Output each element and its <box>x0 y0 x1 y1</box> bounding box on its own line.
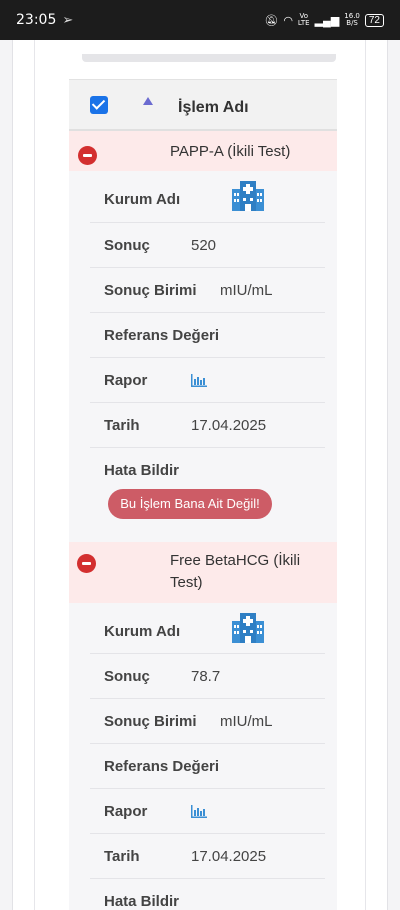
islem-adi-cell: PAPP-A (İkili Test) <box>170 143 291 160</box>
detail-row-kurum: Kurum Adı <box>90 603 325 654</box>
network-type: Vo LTE <box>297 12 310 27</box>
detail-row-rapor: Rapor <box>90 358 325 403</box>
detail-row-tarih: Tarih 17.04.2025 <box>90 403 325 448</box>
status-time: 23:05 <box>16 12 57 28</box>
value-tarih: 17.04.2025 <box>191 417 267 434</box>
label-rapor: Rapor <box>104 803 148 820</box>
hospital-building-icon[interactable] <box>232 181 264 211</box>
detail-row-birim: Sonuç Birimi mIU/mL <box>90 268 325 313</box>
not-my-test-button[interactable]: Bu İşlem Bana Ait Değil! <box>108 489 272 519</box>
detail-row-kurum: Kurum Adı <box>90 171 325 223</box>
table-header: İşlem Adı <box>69 79 337 131</box>
sort-asc-icon[interactable] <box>143 97 153 105</box>
value-birim: mIU/mL <box>220 282 273 299</box>
row-detail: Kurum Adı Sonuç 520 Sonuç Birimi mIU/mL <box>69 171 337 542</box>
value-sonuc: 520 <box>191 237 217 254</box>
detail-row-referans: Referans Değeri <box>90 313 325 358</box>
detail-row-referans: Referans Değeri <box>90 744 325 789</box>
label-rapor: Rapor <box>104 372 148 389</box>
label-sonuc: Sonuç <box>104 237 150 254</box>
data-speed: 16.0 B/S <box>344 12 360 27</box>
mute-bell-icon: 🔕︎ <box>264 14 279 27</box>
label-referans: Referans Değeri <box>104 327 220 344</box>
bar-chart-icon[interactable] <box>191 805 207 818</box>
wifi-icon: ◠ <box>283 14 293 27</box>
table-row[interactable]: Free BetaHCG (İkili Test) <box>69 542 337 603</box>
bar-chart-icon[interactable] <box>191 374 207 387</box>
islem-adi-cell: Free BetaHCG (İkili Test) <box>170 552 301 591</box>
label-hata: Hata Bildir <box>104 462 180 479</box>
select-all-checkbox[interactable] <box>90 96 108 114</box>
detail-row-hata: Hata Bildir <box>90 879 325 910</box>
horizontal-scrollbar[interactable] <box>82 54 336 62</box>
label-sonuc: Sonuç <box>104 668 150 685</box>
label-kurum: Kurum Adı <box>104 191 181 208</box>
label-referans: Referans Değeri <box>104 758 220 775</box>
collapse-row-icon[interactable] <box>77 554 96 573</box>
battery-icon: 72 <box>364 13 384 27</box>
hospital-building-icon[interactable] <box>232 613 264 643</box>
detail-row-rapor: Rapor <box>90 789 325 834</box>
label-hata: Hata Bildir <box>104 893 180 910</box>
row-detail: Kurum Adı Sonuç 78.7 Sonuç Birimi mIU/mL <box>69 603 337 910</box>
detail-row-sonuc: Sonuç 520 <box>90 223 325 268</box>
collapse-row-icon[interactable] <box>78 146 97 165</box>
status-bar: 23:05 ➢ 🔕︎ ◠ Vo LTE ▂▄▆ 16.0 B/S 72 <box>0 0 400 40</box>
label-tarih: Tarih <box>104 417 140 434</box>
signal-icon: ▂▄▆ <box>314 14 340 27</box>
label-kurum: Kurum Adı <box>104 623 181 640</box>
label-birim: Sonuç Birimi <box>104 282 197 299</box>
label-birim: Sonuç Birimi <box>104 713 197 730</box>
location-arrow-icon: ➢ <box>62 12 74 27</box>
label-tarih: Tarih <box>104 848 140 865</box>
value-sonuc: 78.7 <box>191 668 221 685</box>
status-icons: 🔕︎ ◠ Vo LTE ▂▄▆ 16.0 B/S 72 <box>264 13 384 27</box>
value-birim: mIU/mL <box>220 713 273 730</box>
detail-row-sonuc: Sonuç 78.7 <box>90 654 325 699</box>
detail-row-birim: Sonuç Birimi mIU/mL <box>90 699 325 744</box>
column-header-islem-adi[interactable]: İşlem Adı <box>178 99 249 117</box>
value-tarih: 17.04.2025 <box>191 848 267 865</box>
table-row[interactable]: PAPP-A (İkili Test) <box>69 131 337 171</box>
detail-row-tarih: Tarih 17.04.2025 <box>90 834 325 879</box>
